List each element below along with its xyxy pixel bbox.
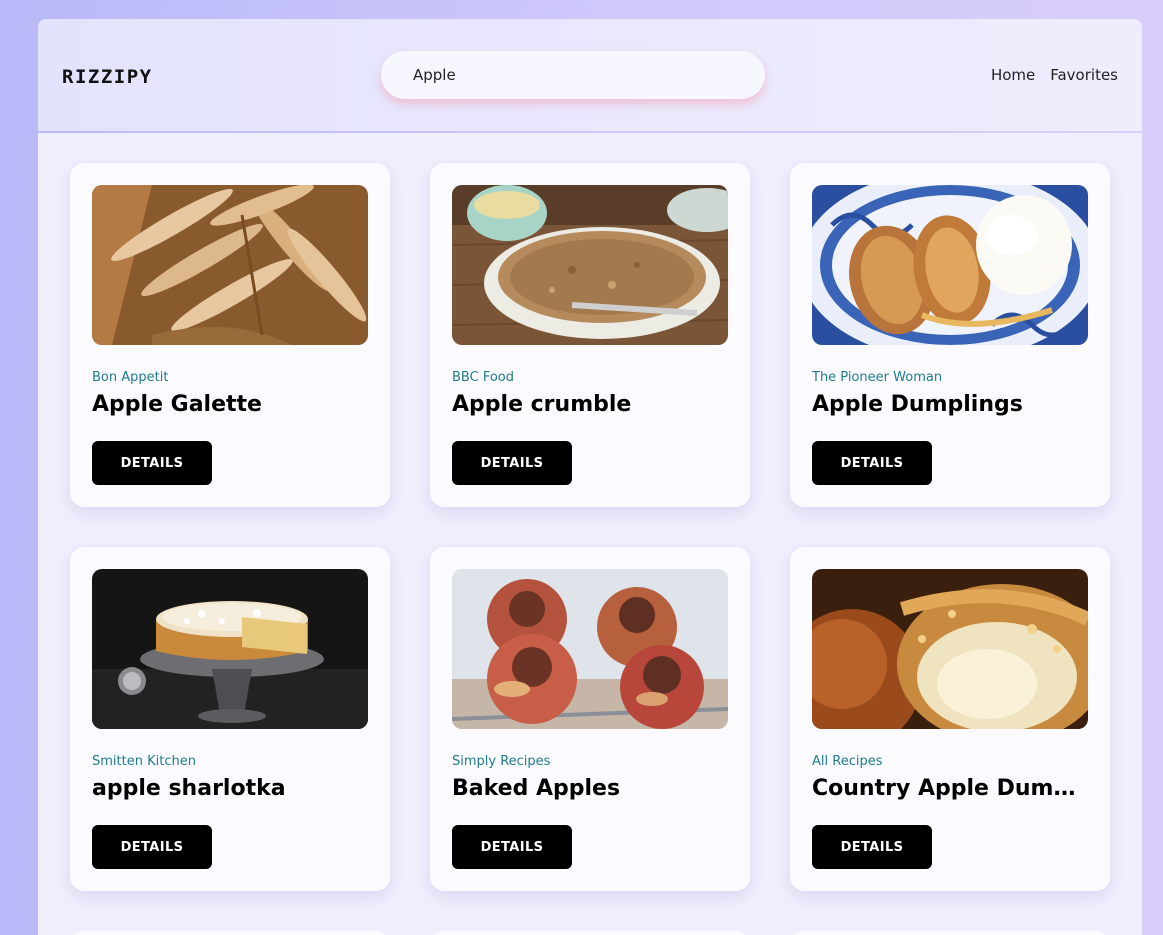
- main-nav: Home Favorites: [991, 66, 1118, 84]
- recipe-title: Country Apple Dumplings: [812, 776, 1090, 801]
- details-button[interactable]: DETAILS: [452, 441, 572, 485]
- recipe-image[interactable]: [812, 185, 1088, 345]
- recipe-card: BBC Food Apple crumble DETAILS: [430, 163, 750, 507]
- details-button[interactable]: DETAILS: [92, 441, 212, 485]
- recipe-card: Simply Recipes Baked Apples DETAILS: [430, 547, 750, 891]
- recipe-image[interactable]: [452, 569, 728, 729]
- top-navbar: RIZZIPY Home Favorites: [38, 19, 1142, 131]
- nav-link-favorites[interactable]: Favorites: [1050, 66, 1118, 84]
- details-button[interactable]: DETAILS: [812, 441, 932, 485]
- search-input[interactable]: [381, 51, 765, 99]
- details-button[interactable]: DETAILS: [92, 825, 212, 869]
- details-button[interactable]: DETAILS: [452, 825, 572, 869]
- recipe-source: Bon Appetit: [92, 370, 169, 385]
- details-button[interactable]: DETAILS: [812, 825, 932, 869]
- recipe-title: apple sharlotka: [92, 776, 286, 801]
- recipe-image[interactable]: [452, 185, 728, 345]
- recipe-card-partial: [430, 931, 750, 935]
- recipe-image[interactable]: [812, 569, 1088, 729]
- nav-link-home[interactable]: Home: [991, 66, 1035, 84]
- recipe-card: Bon Appetit Apple Galette DETAILS: [70, 163, 390, 507]
- recipe-source: BBC Food: [452, 370, 514, 385]
- recipe-title: Apple Dumplings: [812, 392, 1023, 417]
- recipe-source: Simply Recipes: [452, 754, 551, 769]
- recipe-card-partial: [790, 931, 1110, 935]
- recipe-title: Apple Galette: [92, 392, 262, 417]
- recipe-card: Smitten Kitchen apple sharlotka DETAILS: [70, 547, 390, 891]
- recipe-source: The Pioneer Woman: [812, 370, 943, 385]
- recipe-image[interactable]: [92, 569, 368, 729]
- recipe-title: Baked Apples: [452, 776, 621, 801]
- recipe-image[interactable]: [92, 185, 368, 345]
- recipe-title: Apple crumble: [452, 392, 632, 417]
- recipe-card-partial: [70, 931, 390, 935]
- recipe-source: All Recipes: [812, 754, 883, 769]
- recipe-card: All Recipes Country Apple Dumplings DETA…: [790, 547, 1110, 891]
- site-logo[interactable]: RIZZIPY: [62, 66, 153, 88]
- recipe-source: Smitten Kitchen: [92, 754, 196, 769]
- recipe-card: The Pioneer Woman Apple Dumplings DETAIL…: [790, 163, 1110, 507]
- recipe-grid: Bon Appetit Apple Galette DETAILS BBC Fo…: [38, 133, 1142, 935]
